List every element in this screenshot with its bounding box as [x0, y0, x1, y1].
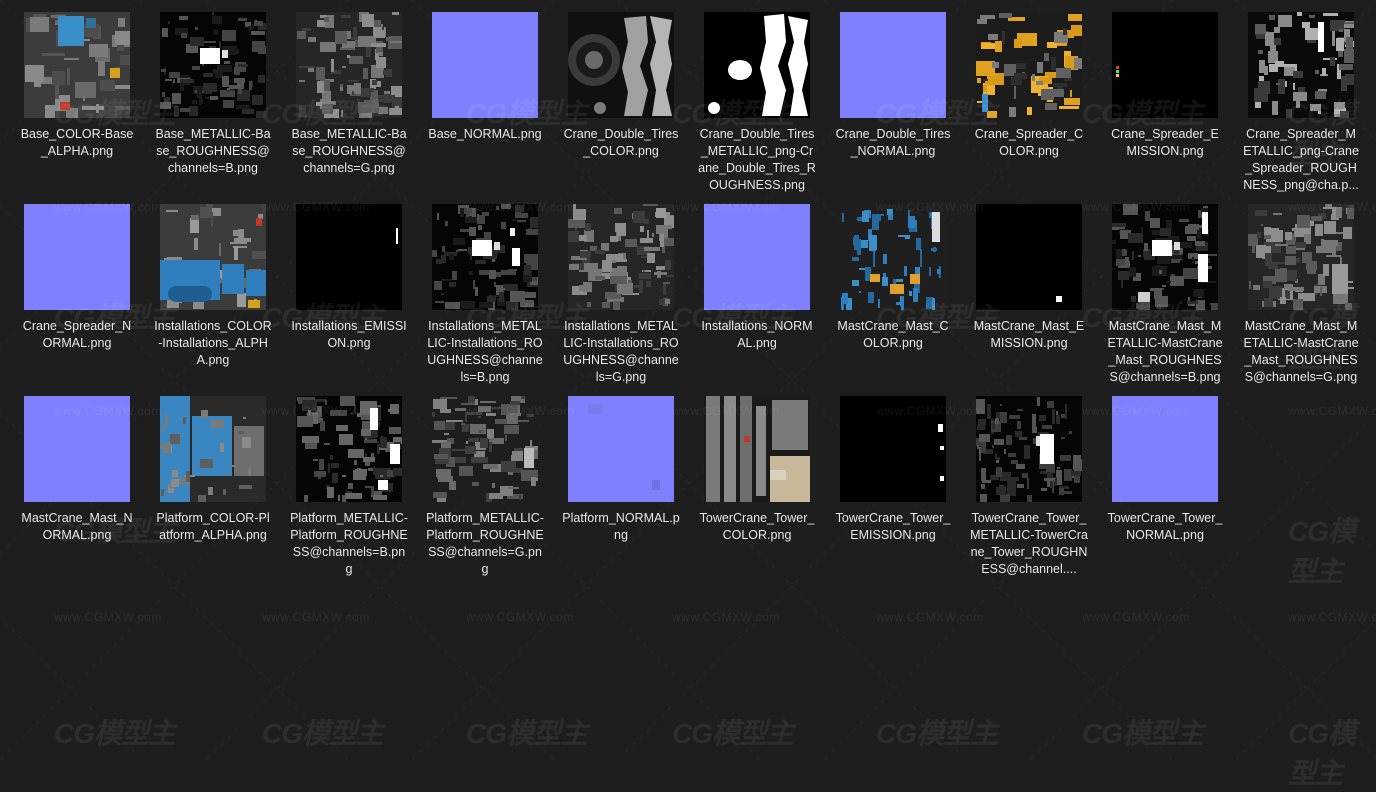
file-name-label: Platform_NORMAL.png — [562, 511, 680, 542]
file-item-towercrane-tower-emission-png[interactable]: TowerCrane_Tower_EMISSION.png — [828, 384, 958, 572]
file-thumbnail — [976, 204, 1082, 310]
file-thumbnail — [840, 12, 946, 118]
file-name-label: Installations_METALLIC-Installations_ROU… — [427, 319, 543, 384]
file-item-installations-metallic-installations-roughness-c[interactable]: Installations_METALLIC-Installations_ROU… — [556, 192, 686, 384]
file-thumbnail — [976, 396, 1082, 502]
file-thumbnail — [704, 204, 810, 310]
file-thumbnail — [160, 204, 266, 310]
file-name-label: Installations_EMISSION.png — [291, 319, 407, 350]
file-item-platform-color-platform-alpha-png[interactable]: Platform_COLOR-Platform_ALPHA.png — [148, 384, 278, 572]
file-thumbnail — [24, 396, 130, 502]
file-name-label: Base_METALLIC-Base_ROUGHNESS@channels=G.… — [291, 127, 407, 175]
file-name-label: Installations_NORMAL.png — [701, 319, 813, 350]
file-thumbnail — [432, 204, 538, 310]
file-item-mastcrane-mast-color-png[interactable]: MastCrane_Mast_COLOR.png — [828, 192, 958, 380]
file-thumbnail — [24, 12, 130, 118]
file-thumbnail — [840, 396, 946, 502]
file-thumbnail — [1112, 12, 1218, 118]
file-name-label: Crane_Double_Tires_COLOR.png — [563, 127, 679, 158]
file-item-platform-normal-png[interactable]: Platform_NORMAL.png — [556, 384, 686, 572]
file-item-crane-spreader-emission-png[interactable]: Crane_Spreader_EMISSION.png — [1100, 0, 1230, 188]
file-name-label: TowerCrane_Tower_EMISSION.png — [835, 511, 951, 542]
file-item-mastcrane-mast-metallic-mastcrane-mast-roughness[interactable]: MastCrane_Mast_METALLIC-MastCrane_Mast_R… — [1100, 192, 1230, 384]
file-item-base-normal-png[interactable]: Base_NORMAL.png — [420, 0, 550, 188]
file-name-label: Crane_Double_Tires_NORMAL.png — [835, 127, 951, 158]
file-name-label: Platform_METALLIC-Platform_ROUGHNESS@cha… — [426, 511, 544, 576]
file-thumbnail — [296, 396, 402, 502]
file-thumbnail — [1112, 204, 1218, 310]
file-item-crane-double-tires-color-png[interactable]: Crane_Double_Tires_COLOR.png — [556, 0, 686, 188]
file-item-towercrane-tower-color-png[interactable]: TowerCrane_Tower_COLOR.png — [692, 384, 822, 572]
file-thumbnail — [296, 204, 402, 310]
file-item-towercrane-tower-normal-png[interactable]: TowerCrane_Tower_NORMAL.png — [1100, 384, 1230, 572]
file-item-crane-spreader-metallic-png-crane-spreader-rough[interactable]: Crane_Spreader_METALLIC_png-Crane_Spread… — [1236, 0, 1366, 192]
file-name-label: Platform_COLOR-Platform_ALPHA.png — [156, 511, 270, 542]
file-thumbnail — [704, 12, 810, 118]
file-thumbnail — [568, 396, 674, 502]
file-name-label: Installations_METALLIC-Installations_ROU… — [563, 319, 679, 384]
file-item-installations-normal-png[interactable]: Installations_NORMAL.png — [692, 192, 822, 380]
file-thumbnail — [976, 12, 1082, 118]
file-name-label: TowerCrane_Tower_METALLIC-TowerCrane_Tow… — [970, 511, 1088, 576]
file-item-base-color-base-alpha-png[interactable]: Base_COLOR-Base_ALPHA.png — [12, 0, 142, 188]
file-name-label: MastCrane_Mast_METALLIC-MastCrane_Mast_R… — [1107, 319, 1223, 384]
file-thumbnail — [160, 396, 266, 502]
file-name-label: Crane_Spreader_COLOR.png — [974, 127, 1084, 158]
file-item-mastcrane-mast-metallic-mastcrane-mast-roughness[interactable]: MastCrane_Mast_METALLIC-MastCrane_Mast_R… — [1236, 192, 1366, 384]
file-item-crane-spreader-color-png[interactable]: Crane_Spreader_COLOR.png — [964, 0, 1094, 188]
file-name-label: TowerCrane_Tower_NORMAL.png — [1107, 511, 1223, 542]
file-thumbnail — [568, 204, 674, 310]
file-item-installations-color-installations-alpha-png[interactable]: Installations_COLOR-Installations_ALPHA.… — [148, 192, 278, 380]
file-item-installations-emission-png[interactable]: Installations_EMISSION.png — [284, 192, 414, 380]
file-thumbnail — [432, 12, 538, 118]
file-grid: Base_COLOR-Base_ALPHA.png Base_METALLIC-B… — [0, 0, 1376, 760]
file-item-platform-metallic-platform-roughness-channels-b-[interactable]: Platform_METALLIC-Platform_ROUGHNESS@cha… — [284, 384, 414, 576]
file-item-crane-double-tires-normal-png[interactable]: Crane_Double_Tires_NORMAL.png — [828, 0, 958, 188]
file-item-mastcrane-mast-normal-png[interactable]: MastCrane_Mast_NORMAL.png — [12, 384, 142, 572]
file-thumbnail — [24, 204, 130, 310]
file-thumbnail — [704, 396, 810, 502]
file-name-label: Crane_Double_Tires_METALLIC_png-Crane_Do… — [698, 127, 816, 192]
file-thumbnail — [1112, 396, 1218, 502]
file-thumbnail — [1248, 204, 1354, 310]
file-thumbnail — [1248, 12, 1354, 118]
file-name-label: MastCrane_Mast_METALLIC-MastCrane_Mast_R… — [1243, 319, 1359, 384]
file-item-crane-double-tires-metallic-png-crane-double-tir[interactable]: Crane_Double_Tires_METALLIC_png-Crane_Do… — [692, 0, 822, 192]
file-name-label: Base_COLOR-Base_ALPHA.png — [20, 127, 134, 158]
file-thumbnail — [432, 396, 538, 502]
file-name-label: Installations_COLOR-Installations_ALPHA.… — [154, 319, 272, 367]
file-item-platform-metallic-platform-roughness-channels-g-[interactable]: Platform_METALLIC-Platform_ROUGHNESS@cha… — [420, 384, 550, 576]
file-name-label: Base_METALLIC-Base_ROUGHNESS@channels=B.… — [155, 127, 271, 175]
file-name-label: MastCrane_Mast_NORMAL.png — [21, 511, 133, 542]
file-item-crane-spreader-normal-png[interactable]: Crane_Spreader_NORMAL.png — [12, 192, 142, 380]
file-item-towercrane-tower-metallic-towercrane-tower-rough[interactable]: TowerCrane_Tower_METALLIC-TowerCrane_Tow… — [964, 384, 1094, 576]
file-thumbnail — [840, 204, 946, 310]
file-name-label: Crane_Spreader_EMISSION.png — [1111, 127, 1219, 158]
file-name-label: Crane_Spreader_NORMAL.png — [22, 319, 132, 350]
file-item-base-metallic-base-roughness-channels-b-png[interactable]: Base_METALLIC-Base_ROUGHNESS@channels=B.… — [148, 0, 278, 188]
file-thumbnail — [568, 12, 674, 118]
file-thumbnail — [296, 12, 402, 118]
file-name-label: MastCrane_Mast_EMISSION.png — [973, 319, 1085, 350]
file-name-label: Platform_METALLIC-Platform_ROUGHNESS@cha… — [290, 511, 408, 576]
file-name-label: TowerCrane_Tower_COLOR.png — [699, 511, 815, 542]
file-name-label: MastCrane_Mast_COLOR.png — [837, 319, 949, 350]
file-item-mastcrane-mast-emission-png[interactable]: MastCrane_Mast_EMISSION.png — [964, 192, 1094, 380]
file-name-label: Crane_Spreader_METALLIC_png-Crane_Spread… — [1243, 127, 1359, 192]
file-item-base-metallic-base-roughness-channels-g-png[interactable]: Base_METALLIC-Base_ROUGHNESS@channels=G.… — [284, 0, 414, 188]
file-name-label: Base_NORMAL.png — [428, 127, 542, 141]
file-item-installations-metallic-installations-roughness-c[interactable]: Installations_METALLIC-Installations_ROU… — [420, 192, 550, 384]
file-thumbnail — [160, 12, 266, 118]
